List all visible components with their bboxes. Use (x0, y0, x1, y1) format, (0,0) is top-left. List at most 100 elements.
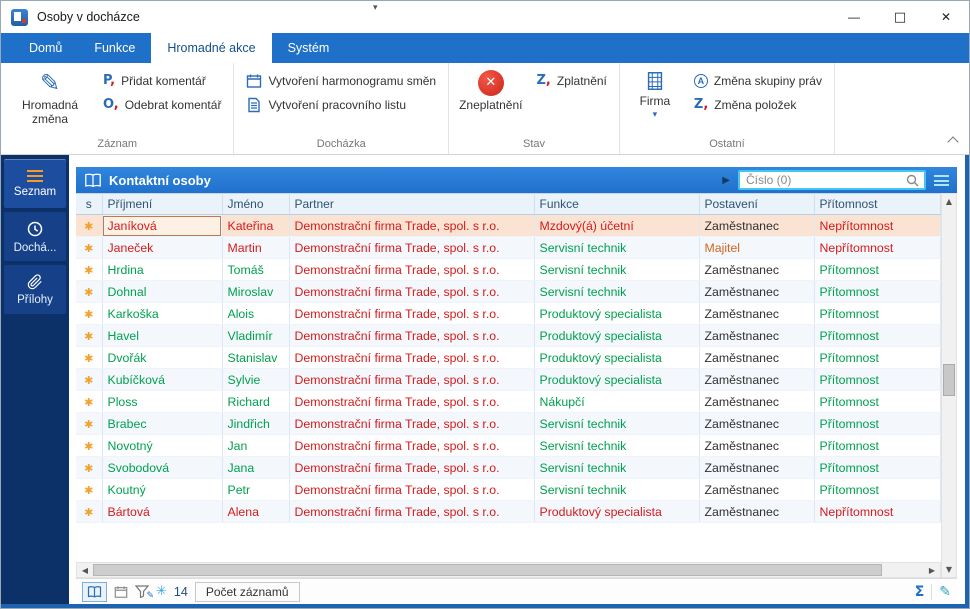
app-icon[interactable] (11, 8, 28, 26)
table-row[interactable]: ✱ Hrdina Tomáš Demonstrační firma Trade, sp… (76, 258, 941, 281)
table-row[interactable]: ✱ Dohnal Miroslav Demonstrační firma Trade,… (76, 280, 941, 303)
table-row[interactable]: ✱ Havel Vladimír Demonstrační firma Trade, … (76, 324, 941, 347)
shift-schedule-button[interactable]: Vytvoření harmonogramu směn (240, 70, 442, 91)
scroll-down-icon[interactable]: ▼ (942, 562, 956, 577)
column-header-s[interactable]: s (76, 193, 103, 215)
column-header-pritomnost[interactable]: Přítomnost (814, 193, 941, 215)
quick-access-icon[interactable]: ▾ (373, 3, 378, 13)
cell-status: ✱ (76, 302, 103, 325)
column-header-prijmeni[interactable]: Příjmení (102, 193, 223, 215)
worksheet-button[interactable]: Vytvoření pracovního listu (240, 94, 442, 115)
maximize-button[interactable]: □ (877, 1, 923, 33)
building-icon (644, 70, 666, 92)
table-row[interactable]: ✱ Ploss Richard Demonstrační firma Trade, s… (76, 390, 941, 413)
remove-comment-label: Odebrat komentář (124, 97, 222, 112)
cell-postaveni: Zaměstnanec (699, 412, 815, 435)
close-button[interactable]: ✕ (923, 1, 969, 33)
list-icon (27, 170, 43, 182)
cell-funkce: Produktový specialista (534, 324, 700, 347)
change-items-icon: Z (694, 97, 708, 112)
record-star-icon: ✱ (84, 351, 94, 365)
cell-status: ✱ (76, 456, 103, 479)
cell-funkce: Produktový specialista (534, 302, 700, 325)
add-comment-button[interactable]: P Přidat komentář (97, 70, 227, 91)
table-row[interactable]: ✱ Brabec Jindřich Demonstrační firma Trade,… (76, 412, 941, 435)
edit-icon[interactable]: ✎ (939, 584, 951, 600)
vertical-scrollbar[interactable]: ▲ ▼ (941, 193, 957, 578)
view-mode-button[interactable] (82, 581, 107, 602)
search-input[interactable] (746, 173, 902, 187)
table-row[interactable]: ✱ Karkoška Alois Demonstrační firma Trade, … (76, 302, 941, 325)
scroll-right-icon[interactable]: ▶ (924, 563, 940, 577)
change-rights-group-button[interactable]: A Změna skupiny práv (688, 70, 828, 91)
column-header-postaveni[interactable]: Postavení (699, 193, 815, 215)
column-header-partner[interactable]: Partner (289, 193, 535, 215)
paperclip-icon (27, 273, 43, 290)
sidebar-item-prilohy[interactable]: Přílohy (4, 265, 66, 314)
sidebar-item-seznam[interactable]: Seznam (4, 159, 66, 208)
tab-system[interactable]: Systém (272, 33, 346, 63)
remove-comment-button[interactable]: O Odebrat komentář (97, 94, 227, 115)
sidebar-item-label: Seznam (13, 186, 57, 198)
cell-jmeno: Jan (222, 434, 290, 457)
firm-label: Firma (639, 94, 671, 108)
scroll-up-icon[interactable]: ▲ (942, 194, 956, 209)
worksheet-label: Vytvoření pracovního listu (268, 97, 407, 112)
snowflake-icon[interactable]: ✳ (156, 584, 167, 599)
vertical-scroll-track[interactable] (942, 209, 956, 562)
sidebar-item-dochazka[interactable]: Dochá... (4, 212, 66, 261)
record-star-icon: ✱ (84, 285, 94, 299)
horizontal-scroll-thumb[interactable] (93, 564, 883, 576)
table-row[interactable]: ✱ Kubíčková Sylvie Demonstrační firma Trade… (76, 368, 941, 391)
persons-table: s Příjmení Jméno Partner Funkce Postaven… (76, 193, 941, 523)
tab-domu[interactable]: Domů (13, 33, 78, 63)
group-label-zaznam: Záznam (97, 138, 138, 150)
validate-button[interactable]: Z Zplatnění (530, 70, 612, 91)
cell-pritomnost: Přítomnost (814, 368, 941, 391)
bulk-change-label: Hromadná změna (21, 98, 79, 126)
record-star-icon: ✱ (84, 241, 94, 255)
filter-button[interactable]: ✎ (135, 585, 154, 601)
cell-partner: Demonstrační firma Trade, spol. s r.o. (289, 346, 535, 369)
column-header-funkce[interactable]: Funkce (534, 193, 700, 215)
cell-postaveni: Zaměstnanec (699, 302, 815, 325)
table-row[interactable]: ✱ Svobodová Jana Demonstrační firma Trade, … (76, 456, 941, 479)
table-menu-icon[interactable] (934, 174, 949, 186)
play-icon[interactable]: ▶ (722, 175, 730, 186)
cell-pritomnost: Přítomnost (814, 478, 941, 501)
calendar-status-icon[interactable] (114, 585, 128, 599)
column-header-jmeno[interactable]: Jméno (222, 193, 290, 215)
bulk-change-button[interactable]: ✎ Hromadná změna (7, 66, 93, 127)
table-row[interactable]: ✱ Janíková Kateřina Demonstrační firma Trad… (76, 214, 941, 237)
firm-button[interactable]: Firma ▾ (626, 66, 684, 119)
cell-partner: Demonstrační firma Trade, spol. s r.o. (289, 478, 535, 501)
filter-edit-icon: ✎ (146, 591, 154, 601)
change-items-button[interactable]: Z Změna položek (688, 94, 828, 115)
cell-partner: Demonstrační firma Trade, spol. s r.o. (289, 412, 535, 435)
table-row[interactable]: ✱ Dvořák Stanislav Demonstrační firma Trade… (76, 346, 941, 369)
horizontal-scrollbar[interactable]: ◀ ▶ (76, 562, 941, 578)
vertical-scroll-thumb[interactable] (943, 364, 955, 397)
horizontal-scroll-track[interactable] (93, 563, 924, 577)
table-row[interactable]: ✱ Janeček Martin Demonstrační firma Trade, … (76, 236, 941, 259)
table-row[interactable]: ✱ Novotný Jan Demonstrační firma Trade, spo… (76, 434, 941, 457)
cell-partner: Demonstrační firma Trade, spol. s r.o. (289, 434, 535, 457)
cell-prijmeni: Brabec (102, 412, 223, 435)
tab-hromadne-akce[interactable]: Hromadné akce (151, 33, 272, 63)
cell-jmeno: Martin (222, 236, 290, 259)
statusbar-divider (931, 583, 933, 600)
tab-funkce[interactable]: Funkce (78, 33, 151, 63)
table-row[interactable]: ✱ Bártová Alena Demonstrační firma Trade, s… (76, 500, 941, 523)
record-star-icon: ✱ (84, 373, 94, 387)
minimize-button[interactable]: — (831, 1, 877, 33)
cell-jmeno: Tomáš (222, 258, 290, 281)
table-row[interactable]: ✱ Koutný Petr Demonstrační firma Trade, spo… (76, 478, 941, 501)
scroll-left-icon[interactable]: ◀ (77, 563, 93, 577)
cell-status: ✱ (76, 412, 103, 435)
cell-jmeno: Vladimír (222, 324, 290, 347)
invalidate-button[interactable]: ✕ Zneplatnění (455, 66, 526, 113)
search-icon[interactable] (906, 174, 919, 187)
clock-icon (26, 220, 44, 238)
sum-icon[interactable]: Σ (915, 584, 925, 600)
record-star-icon: ✱ (84, 417, 94, 431)
